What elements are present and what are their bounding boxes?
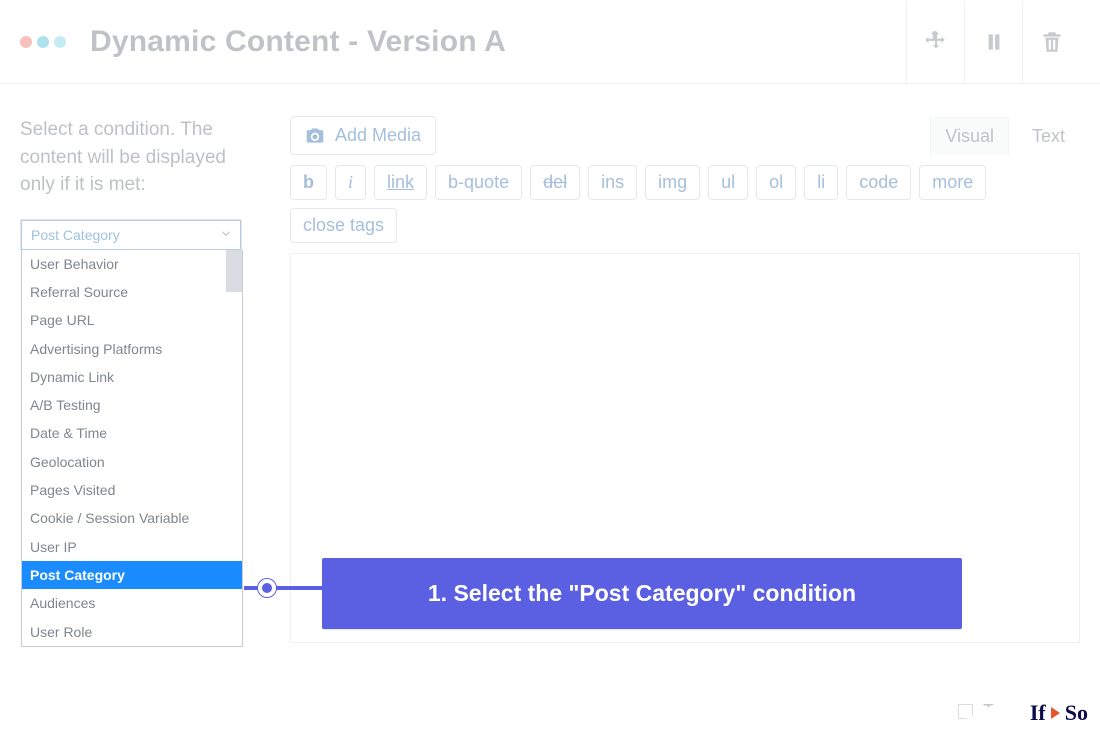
play-icon: [1051, 707, 1060, 719]
condition-select-value: Post Category: [31, 227, 120, 243]
editor-toolbar: b i link b-quote del ins img ul ol li co…: [290, 165, 1080, 243]
header-actions: [906, 1, 1080, 83]
condition-option[interactable]: Page URL: [22, 306, 242, 334]
chevron-down-icon: [219, 226, 233, 243]
camera-icon: [305, 126, 325, 146]
condition-option[interactable]: User IP: [22, 533, 242, 561]
ifso-logo-so: So: [1065, 700, 1088, 726]
toolbar-img-button[interactable]: img: [645, 165, 700, 200]
ifso-logo-if: If: [1030, 700, 1046, 726]
move-button[interactable]: [906, 1, 964, 83]
condition-option[interactable]: A/B Testing: [22, 391, 242, 419]
dot-red-icon: [20, 36, 32, 48]
window-dots: [20, 36, 66, 48]
condition-option[interactable]: Date & Time: [22, 419, 242, 447]
condition-sidebar: Select a condition. The content will be …: [20, 116, 260, 251]
condition-dropdown[interactable]: User BehaviorReferral SourcePage URLAdve…: [21, 250, 243, 647]
condition-option[interactable]: Pages Visited: [22, 476, 242, 504]
condition-option[interactable]: Advertising Platforms: [22, 335, 242, 363]
add-media-button[interactable]: Add Media: [290, 116, 436, 155]
toolbar-ol-button[interactable]: ol: [756, 165, 796, 200]
toolbar-li-button[interactable]: li: [804, 165, 838, 200]
condition-option[interactable]: User Role: [22, 618, 242, 646]
condition-option[interactable]: Dynamic Link: [22, 363, 242, 391]
condition-help-text: Select a condition. The content will be …: [20, 116, 260, 199]
pause-icon: [981, 29, 1007, 55]
tab-text[interactable]: Text: [1017, 117, 1080, 155]
dot-lightblue-icon: [54, 36, 66, 48]
condition-select[interactable]: Post Category User BehaviorReferral Sour…: [20, 219, 242, 251]
testing-mode-checkbox[interactable]: [958, 704, 973, 719]
callout-connector: [244, 586, 322, 590]
toolbar-code-button[interactable]: code: [846, 165, 911, 200]
condition-option[interactable]: Post Category: [22, 561, 242, 589]
condition-option[interactable]: User Behavior: [22, 250, 242, 278]
condition-option[interactable]: Cookie / Session Variable: [22, 504, 242, 532]
dropdown-scrollbar[interactable]: [226, 250, 242, 292]
trash-button[interactable]: [1022, 1, 1080, 83]
pause-button[interactable]: [964, 1, 1022, 83]
toolbar-link-button[interactable]: link: [374, 165, 427, 200]
condition-option[interactable]: Referral Source: [22, 278, 242, 306]
toolbar-ins-button[interactable]: ins: [588, 165, 637, 200]
toolbar-closetags-button[interactable]: close tags: [290, 208, 397, 243]
dot-teal-icon: [37, 36, 49, 48]
trash-icon: [1039, 29, 1065, 55]
header-bar: Dynamic Content - Version A: [0, 0, 1100, 84]
toolbar-italic-button[interactable]: i: [335, 165, 366, 200]
editor-tabs: Visual Text: [930, 117, 1080, 155]
callout-dot-icon: [258, 579, 276, 597]
condition-option[interactable]: Geolocation: [22, 448, 242, 476]
toolbar-bquote-button[interactable]: b-quote: [435, 165, 522, 200]
editor-top-row: Add Media Visual Text: [290, 116, 1080, 155]
toolbar-del-button[interactable]: del: [530, 165, 580, 200]
ifso-logo: If So: [1030, 700, 1088, 726]
add-media-label: Add Media: [335, 125, 421, 146]
instruction-callout: 1. Select the "Post Category" condition: [322, 558, 962, 629]
move-icon: [923, 29, 949, 55]
toolbar-bold-button[interactable]: b: [290, 165, 327, 200]
condition-option[interactable]: Audiences: [22, 589, 242, 617]
toolbar-more-button[interactable]: more: [919, 165, 986, 200]
page-title: Dynamic Content - Version A: [90, 25, 506, 59]
toolbar-ul-button[interactable]: ul: [708, 165, 748, 200]
tab-visual[interactable]: Visual: [930, 117, 1009, 155]
